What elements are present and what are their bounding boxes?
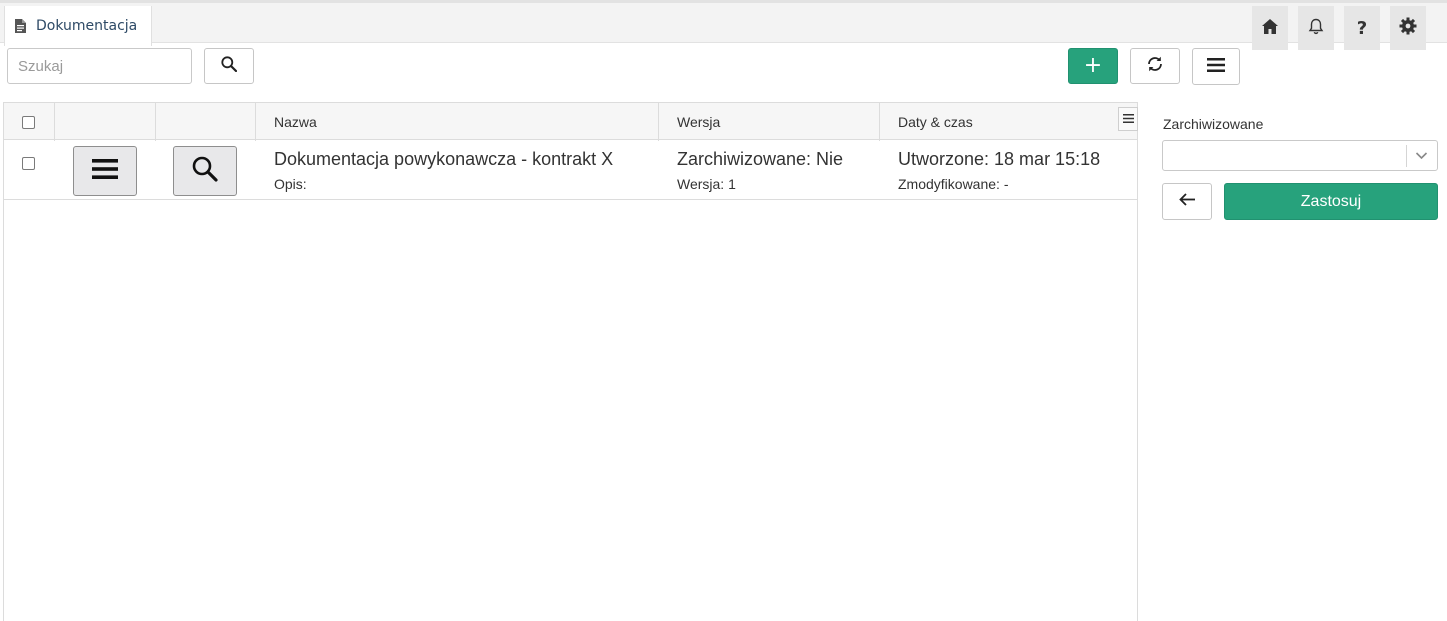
column-menu-icon: [1122, 111, 1134, 127]
help-button[interactable]: ?: [1344, 6, 1380, 50]
row-checkbox[interactable]: [22, 157, 35, 170]
settings-button[interactable]: [1390, 6, 1426, 50]
hamburger-icon: [1207, 57, 1225, 76]
select-divider: [1406, 145, 1407, 167]
refresh-button[interactable]: [1130, 48, 1180, 84]
top-bar: Dokumentacja ?: [0, 0, 1447, 50]
search-button[interactable]: [204, 48, 254, 84]
column-menu-button[interactable]: [1118, 107, 1138, 131]
search-icon: [192, 156, 218, 186]
search-icon: [221, 56, 238, 76]
settings-icon: [1399, 17, 1417, 39]
column-header-dates[interactable]: Daty & czas: [898, 103, 973, 140]
home-icon: [1262, 18, 1278, 38]
hamburger-icon: [92, 159, 118, 183]
notifications-button[interactable]: [1298, 6, 1334, 50]
created-date: Utworzone: 18 mar 15:18: [898, 149, 1101, 169]
archived-filter-label: Zarchiwizowane: [1163, 116, 1264, 132]
grid-header: Nazwa Wersja Daty & czas: [4, 103, 1138, 140]
column-header-name[interactable]: Nazwa: [274, 103, 317, 140]
arrow-left-icon: [1178, 193, 1196, 210]
version-value: Wersja: 1: [677, 176, 736, 192]
select-all-checkbox[interactable]: [22, 116, 35, 129]
add-button[interactable]: +: [1068, 48, 1118, 84]
row-preview-button[interactable]: [173, 146, 237, 196]
chevron-down-icon: [1415, 149, 1428, 166]
menu-button[interactable]: [1192, 48, 1240, 85]
archived-status: Zarchiwizowane: Nie: [677, 149, 844, 169]
document-description: Opis:: [274, 176, 307, 192]
refresh-icon: [1146, 55, 1164, 77]
row-menu-button[interactable]: [73, 146, 137, 196]
archived-filter-select[interactable]: [1162, 140, 1438, 171]
apply-button[interactable]: Zastosuj: [1224, 183, 1438, 220]
help-icon: ?: [1356, 17, 1368, 39]
search-input[interactable]: [7, 48, 192, 84]
table-row[interactable]: Dokumentacja powykonawcza - kontrakt X O…: [4, 141, 1137, 200]
home-button[interactable]: [1252, 6, 1288, 50]
tab-label: Dokumentacja: [36, 18, 138, 34]
column-header-version[interactable]: Wersja: [677, 103, 720, 140]
plus-icon: +: [1083, 53, 1103, 78]
tab-dokumentacja[interactable]: Dokumentacja: [4, 6, 152, 46]
back-button[interactable]: [1162, 183, 1212, 220]
bell-icon: [1308, 18, 1324, 39]
modified-date: Zmodyfikowane: -: [898, 176, 1009, 192]
documents-grid: Nazwa Wersja Daty & czas Dokumentacja po…: [3, 102, 1138, 621]
document-icon: [15, 19, 26, 33]
document-name[interactable]: Dokumentacja powykonawcza - kontrakt X: [274, 149, 613, 170]
